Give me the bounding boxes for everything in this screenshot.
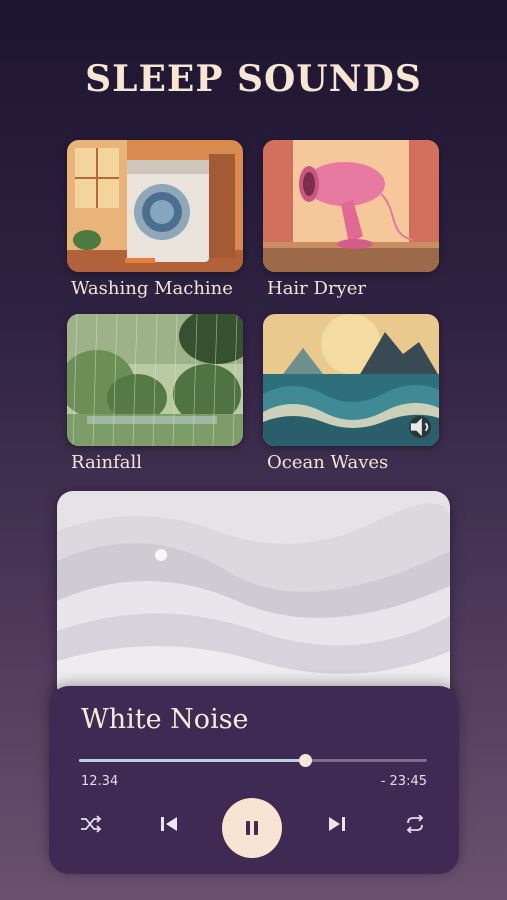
shuffle-icon[interactable] [77,810,105,838]
pause-button[interactable] [222,798,282,858]
next-icon[interactable] [323,810,351,838]
sound-label: Hair Dryer [267,278,366,299]
elapsed-time: 12.34 [81,774,119,789]
volume-icon[interactable] [409,416,431,438]
progress-handle[interactable] [299,754,313,767]
sound-card-rainfall[interactable]: Rainfall [67,314,243,473]
sound-label: Washing Machine [71,278,233,299]
repeat-icon[interactable] [401,810,429,838]
pause-icon [246,821,258,835]
track-title: White Noise [81,704,249,735]
rainfall-image[interactable] [67,314,243,446]
washing-machine-image[interactable] [67,140,243,272]
hair-dryer-image[interactable] [263,140,439,272]
sound-card-washing-machine[interactable]: Washing Machine [67,140,243,299]
playback-controls [49,798,459,858]
ocean-waves-image[interactable] [263,314,439,446]
sound-label: Ocean Waves [267,452,389,473]
remaining-time: - 23:45 [380,774,427,789]
sound-card-ocean-waves[interactable]: Ocean Waves [263,314,439,473]
now-playing-artwork [57,491,450,701]
player-panel: White Noise 12.34 - 23:45 [49,686,459,874]
progress-fill [79,759,306,762]
sound-label: Rainfall [71,452,142,473]
previous-icon[interactable] [155,810,183,838]
page-title: SLEEP SOUNDS [85,58,422,100]
sound-card-hair-dryer[interactable]: Hair Dryer [263,140,439,299]
progress-bar[interactable] [79,754,427,767]
